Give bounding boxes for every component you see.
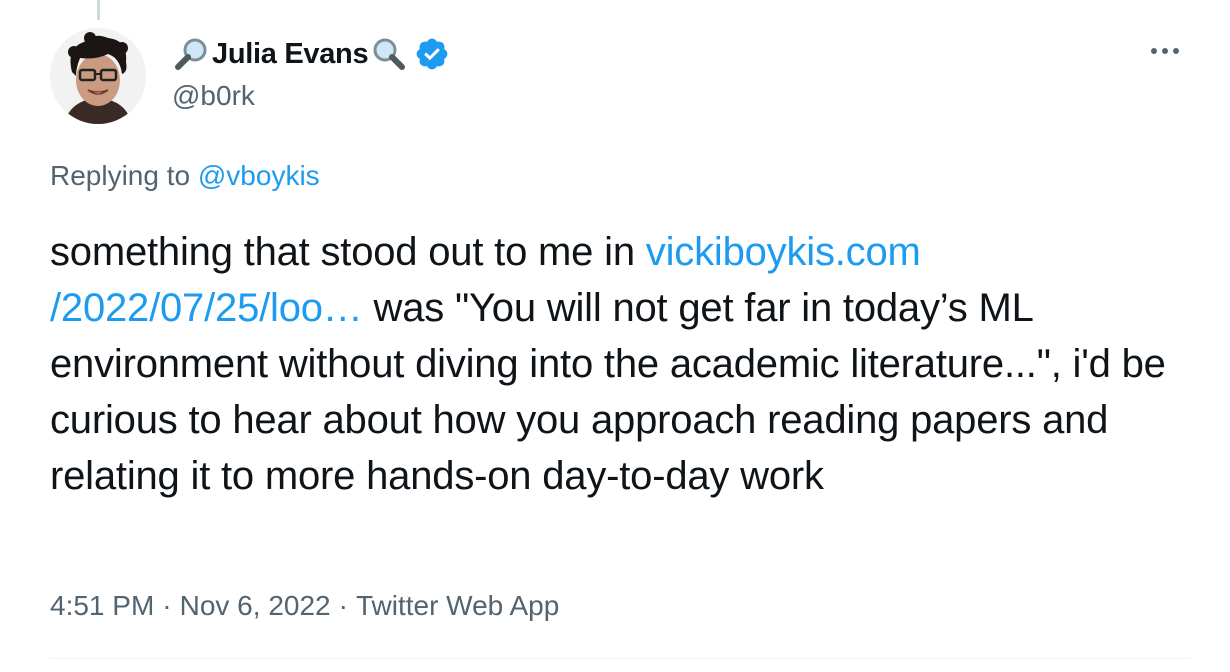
meta-separator: · [162, 590, 172, 621]
tweet-time[interactable]: 4:51 PM [50, 590, 154, 622]
author-name-row[interactable]: Julia Evans [172, 34, 450, 74]
tweet-text-before-link: something that stood out to me in [50, 230, 635, 274]
avatar-portrait-icon [50, 28, 146, 124]
more-horizontal-icon [1151, 48, 1179, 54]
article-link-path[interactable]: /2022/07/25/loo… [50, 286, 363, 330]
replying-to-line: Replying to @vboykis [50, 160, 320, 192]
article-link-domain[interactable]: vickiboykis.com [646, 230, 921, 274]
author-display-name[interactable]: Julia Evans [212, 38, 369, 71]
magnifying-glass-tilted-left-icon [172, 35, 210, 73]
tweet-source[interactable]: Twitter Web App [356, 590, 559, 622]
meta-separator: · [338, 590, 348, 621]
more-options-button[interactable] [1143, 36, 1187, 66]
author-handle[interactable]: @b0rk [172, 80, 450, 112]
divider [50, 658, 1190, 659]
verified-badge-icon [414, 36, 450, 72]
tweet-metadata: 4:51 PM · Nov 6, 2022 · Twitter Web App [50, 590, 559, 622]
thread-connector-line [97, 0, 100, 20]
replying-to-label: Replying to [50, 160, 191, 191]
tweet-date[interactable]: Nov 6, 2022 [180, 590, 331, 622]
tweet-header: Julia Evans @b0rk [172, 34, 450, 112]
reply-mention-link[interactable]: @vboykis [198, 160, 320, 191]
avatar[interactable] [50, 28, 146, 124]
magnifying-glass-tilted-right-icon [370, 35, 408, 73]
tweet-text: something that stood out to me in vickib… [50, 224, 1190, 504]
